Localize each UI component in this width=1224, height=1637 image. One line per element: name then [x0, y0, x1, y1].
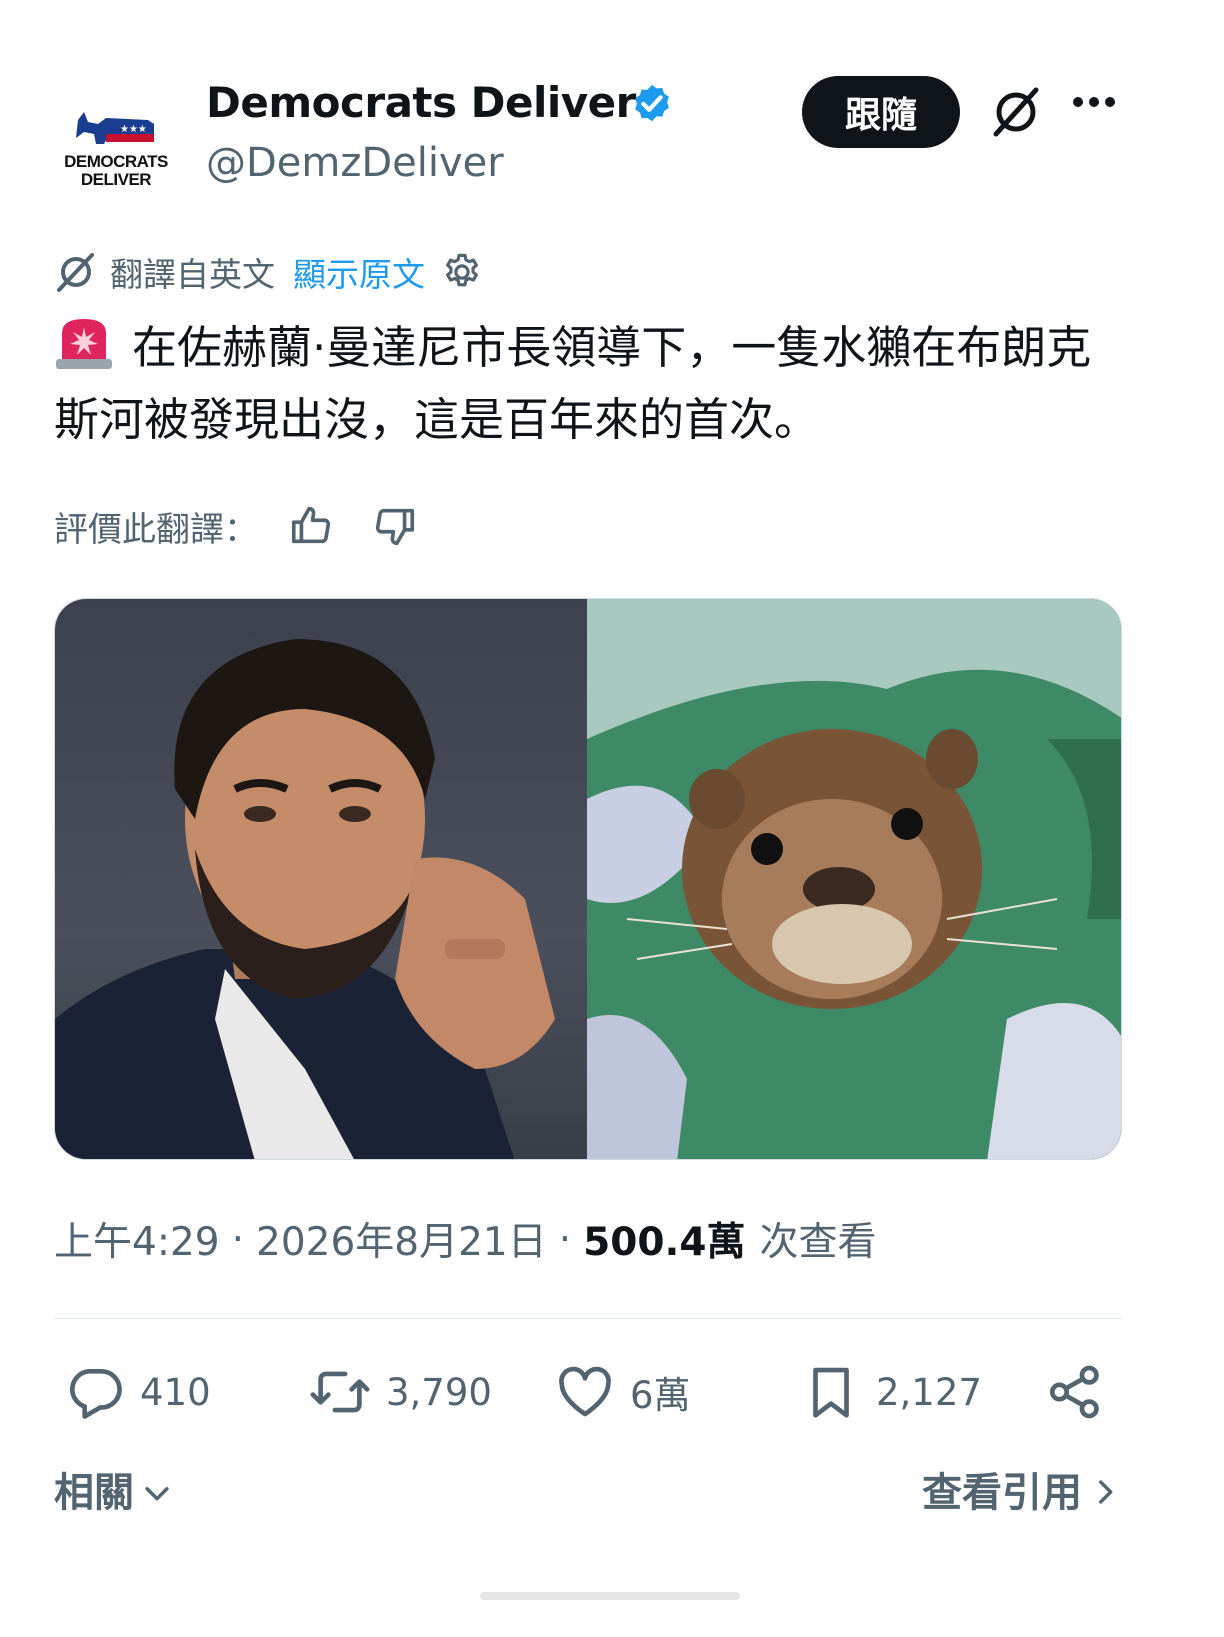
- rate-translation-label: 評價此翻譯：: [54, 509, 258, 550]
- meta-separator: ·: [558, 1216, 572, 1262]
- portrait-photo[interactable]: [55, 599, 587, 1159]
- donkey-logo-icon: ★★★: [76, 112, 154, 144]
- grok-translate-icon: [57, 253, 94, 292]
- tweet-header: ★★★ DEMOCRATS DELIVER Democrats Deliver …: [54, 70, 1174, 210]
- siren-emoji-icon: [56, 319, 112, 369]
- repost-count: 3,790: [386, 1370, 492, 1414]
- related-label: 相關: [54, 1470, 134, 1516]
- views-label: 次查看: [759, 1220, 877, 1265]
- translation-label: 翻譯自英文: [110, 255, 275, 294]
- divider: [54, 1318, 1122, 1319]
- meta-separator: ·: [231, 1216, 244, 1262]
- views-count[interactable]: 500.4萬: [583, 1211, 745, 1267]
- related-toggle[interactable]: 相關: [54, 1460, 174, 1518]
- tweet-meta: 上午4:29 · 2026年8月21日 · 500.4萬 次查看: [54, 1212, 877, 1266]
- view-quotes-label: 查看引用: [922, 1470, 1082, 1516]
- repost-button[interactable]: 3,790: [308, 1356, 492, 1428]
- follow-button[interactable]: 跟隨: [802, 76, 960, 148]
- thumbs-up-icon[interactable]: [288, 503, 334, 549]
- tweet-text: 在佐赫蘭·曼達尼市長領導下，一隻水獺在布朗克斯河被發現出沒，這是百年來的首次。: [54, 312, 1134, 456]
- repost-icon: [310, 1371, 370, 1413]
- bookmark-button[interactable]: 2,127: [800, 1356, 982, 1428]
- portrait-illustration: [55, 639, 555, 1159]
- display-name[interactable]: Democrats Deliver: [206, 78, 636, 127]
- translation-row: 翻譯自英文 顯示原文: [54, 247, 483, 297]
- gesture-bar: [480, 1592, 740, 1600]
- reply-button[interactable]: 410: [64, 1356, 211, 1428]
- bookmark-count: 2,127: [876, 1370, 982, 1414]
- avatar[interactable]: ★★★ DEMOCRATS DELIVER: [54, 86, 178, 210]
- avatar-text-line2: DELIVER: [80, 170, 152, 189]
- heart-icon: [559, 1366, 611, 1417]
- share-button[interactable]: [1044, 1356, 1106, 1428]
- view-quotes-link[interactable]: 查看引用: [922, 1460, 1122, 1518]
- action-bar: 410 3,790 6萬 2,127: [54, 1356, 1122, 1428]
- otter-illustration: [587, 599, 1121, 1159]
- verified-badge-icon: [635, 84, 669, 122]
- bottom-row: 相關 查看引用: [54, 1460, 1122, 1516]
- chevron-right-icon: [1099, 1480, 1113, 1504]
- tweet-time[interactable]: 上午4:29: [54, 1211, 220, 1267]
- grok-icon[interactable]: [988, 84, 1044, 140]
- share-icon: [1049, 1365, 1099, 1419]
- tweet-body: 在佐赫蘭·曼達尼市長領導下，一隻水獺在布朗克斯河被發現出沒，這是百年來的首次。: [54, 321, 1092, 446]
- reply-icon: [70, 1369, 122, 1419]
- handle[interactable]: @DemzDeliver: [206, 140, 504, 186]
- more-options-icon[interactable]: [1070, 92, 1118, 112]
- reply-count: 410: [140, 1370, 211, 1414]
- avatar-text-line1: DEMOCRATS: [64, 152, 168, 171]
- tweet-date[interactable]: 2026年8月21日: [256, 1211, 547, 1267]
- media-grid: [54, 598, 1122, 1160]
- like-button[interactable]: 6萬: [554, 1356, 691, 1428]
- otter-photo[interactable]: [587, 599, 1121, 1159]
- gear-icon[interactable]: [441, 251, 483, 293]
- bookmark-icon: [813, 1367, 849, 1418]
- chevron-down-icon: [145, 1487, 169, 1501]
- like-count: 6萬: [630, 1374, 691, 1417]
- thumbs-down-icon[interactable]: [372, 503, 418, 549]
- rate-translation-row: 評價此翻譯：: [54, 500, 418, 552]
- svg-text:★★★: ★★★: [120, 124, 147, 135]
- show-original-link[interactable]: 顯示原文: [293, 248, 425, 296]
